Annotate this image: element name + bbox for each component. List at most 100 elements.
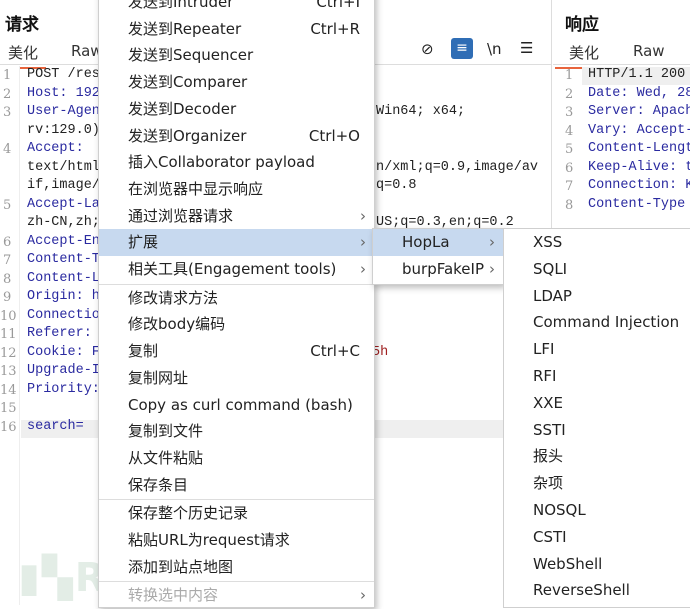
menu-item[interactable]: 发送到Organizer Ctrl+O: [99, 123, 374, 150]
line-number: 4: [565, 123, 574, 139]
code-line: Accept-En: [27, 233, 100, 249]
menu-item[interactable]: 添加到站点地图: [99, 554, 374, 581]
menu-item[interactable]: 粘贴URL为request请求: [99, 527, 374, 554]
shortcut-label: Ctrl+R: [310, 19, 360, 38]
code-line: Upgrade-I: [27, 363, 100, 378]
code-line: POST /res: [27, 67, 100, 82]
code-line: Connection: K: [588, 178, 690, 193]
request-title: 请求: [5, 15, 39, 35]
menu-item-label: 转换选中内容: [128, 586, 219, 605]
menu-item[interactable]: 修改请求方法: [99, 285, 374, 312]
code-line: Keep-Alive: t: [588, 159, 690, 175]
menu-item[interactable]: WebShell: [504, 551, 690, 578]
menu-item-label: 插入Collaborator payload: [128, 153, 315, 172]
menu-item[interactable]: 发送到Sequencer: [99, 42, 374, 69]
menu-item[interactable]: 保存整个历史记录: [99, 500, 374, 527]
menu-item[interactable]: 保存条目: [99, 472, 374, 499]
line-number: 6: [565, 160, 574, 176]
menu-item[interactable]: 从文件粘贴: [99, 445, 374, 472]
line-number: 12: [0, 345, 17, 361]
code-line: Vary: Accept-: [588, 122, 690, 138]
menu-item[interactable]: 扩展 ›: [99, 229, 374, 256]
menu-item[interactable]: LDAP: [504, 283, 690, 310]
menu-item[interactable]: 复制 Ctrl+C: [99, 338, 374, 365]
code-line-tail: n/xml;q=0.9,image/av: [376, 159, 539, 175]
menu-item-label: HopLa: [402, 233, 450, 251]
menu-item-label: 粘贴URL为request请求: [128, 531, 290, 549]
code-line: Server: Apach: [588, 104, 690, 119]
hopla-submenu: XSS SQLI LDAP Command Injection LFI RFI XXE SST…: [503, 228, 690, 608]
eye-slash-icon[interactable]: ⊘: [421, 40, 434, 58]
menu-item-label: Copy as curl command (bash): [128, 395, 353, 414]
line-number: 10: [0, 308, 17, 324]
menu-item[interactable]: ReverseShell: [504, 577, 690, 604]
menu-item[interactable]: 复制到文件: [99, 418, 374, 445]
menu-item[interactable]: NOSQL: [504, 497, 690, 524]
code-line: User-Agen: [27, 104, 100, 119]
chevron-right-icon: ›: [360, 206, 366, 225]
tab-raw[interactable]: Raw: [633, 42, 665, 60]
response-title: 响应: [565, 15, 599, 35]
code-line: Cookie: F: [27, 344, 100, 360]
menu-item[interactable]: CSTI: [504, 524, 690, 551]
line-number: 3: [3, 105, 12, 120]
menu-item-label: 保存整个历史记录: [128, 504, 249, 523]
menu-item[interactable]: RFI: [504, 363, 690, 390]
menu-item-label: 从文件粘贴: [128, 448, 204, 467]
menu-item[interactable]: Copy as curl command (bash): [99, 392, 374, 419]
menu-item[interactable]: 报头: [504, 443, 690, 470]
menu-item: 转换选中内容 ›: [99, 582, 374, 609]
line-number: 6: [3, 234, 12, 250]
code-line-tail: Win64; x64;: [376, 104, 466, 119]
shortcut-label: Ctrl+O: [308, 126, 360, 145]
menu-icon[interactable]: ☰: [520, 39, 533, 57]
chevron-right-icon: ›: [360, 260, 366, 278]
chevron-right-icon: ›: [360, 586, 366, 605]
line-number: 2: [3, 86, 12, 102]
code-line: Accept:: [27, 141, 84, 156]
menu-item[interactable]: XSS: [504, 229, 690, 256]
menu-item[interactable]: Command Injection: [504, 309, 690, 336]
code-line: Host: 192: [27, 85, 100, 101]
code-line: Origin: h: [27, 289, 100, 304]
code-line: text/html: [27, 159, 100, 175]
menu-item-label: 发送到Intruder: [128, 0, 234, 11]
menu-item-label: 修改请求方法: [128, 288, 219, 307]
menu-item[interactable]: 插入Collaborator payload: [99, 149, 374, 176]
menu-item-label: 修改body编码: [128, 315, 226, 334]
menu-item[interactable]: SSTI: [504, 417, 690, 444]
newline-icon[interactable]: \n: [487, 40, 502, 58]
chevron-right-icon: ›: [489, 260, 495, 278]
menu-item[interactable]: SQLI: [504, 256, 690, 283]
menu-item[interactable]: 在浏览器中显示响应: [99, 176, 374, 203]
menu-item[interactable]: 发送到Repeater Ctrl+R: [99, 16, 374, 43]
code-line: Date: Wed, 28: [588, 85, 690, 101]
code-line: HTTP/1.1 200: [588, 67, 686, 82]
menu-item-label: 相关工具(Engagement tools): [128, 260, 337, 278]
menu-item[interactable]: XXE: [504, 390, 690, 417]
code-line: if,image/: [27, 178, 100, 193]
line-number: 7: [565, 179, 574, 194]
menu-item[interactable]: LFI: [504, 336, 690, 363]
menu-item-label: 发送到Decoder: [128, 99, 237, 118]
menu-item[interactable]: 相关工具(Engagement tools) ›: [99, 256, 374, 283]
menu-item[interactable]: 修改body编码: [99, 311, 374, 338]
menu-item[interactable]: 发送到Comparer: [99, 69, 374, 96]
menu-item-label: 添加到站点地图: [128, 557, 234, 576]
extensions-submenu: HopLa › burpFakeIP ›: [372, 228, 504, 285]
wrap-icon[interactable]: ≡: [451, 38, 473, 59]
menu-item[interactable]: 通过浏览器请求 ›: [99, 203, 374, 230]
code-line: Content-T: [27, 252, 100, 267]
menu-item[interactable]: 杂项: [504, 470, 690, 497]
code-line: Priority:: [27, 381, 100, 397]
menu-item[interactable]: 发送到Intruder Ctrl+I: [99, 0, 374, 16]
line-number: 2: [565, 86, 574, 102]
shortcut-label: Ctrl+C: [310, 342, 360, 361]
line-number: 7: [3, 253, 12, 268]
menu-item[interactable]: 发送到Decoder: [99, 96, 374, 123]
code-line: Accept-La: [27, 196, 100, 212]
menu-item[interactable]: burpFakeIP ›: [373, 256, 503, 283]
line-number: 5: [3, 197, 12, 213]
menu-item[interactable]: 复制网址: [99, 365, 374, 392]
menu-item[interactable]: HopLa ›: [373, 229, 503, 256]
